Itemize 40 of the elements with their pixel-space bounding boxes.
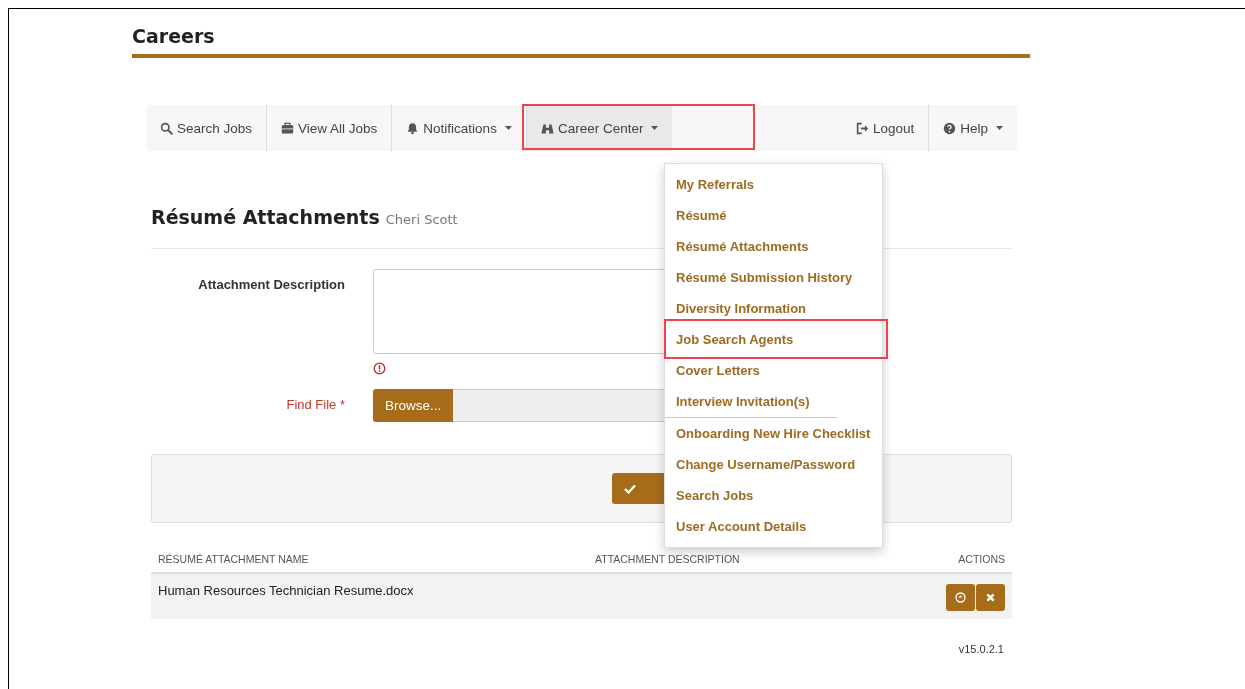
menu-item[interactable]: Interview Invitation(s) <box>665 386 821 417</box>
site-title: Careers <box>132 25 215 47</box>
binoculars-icon <box>540 121 554 135</box>
menu-item[interactable]: Résumé <box>665 200 738 231</box>
column-header: ATTACHMENT DESCRIPTION <box>595 553 740 565</box>
menu-item[interactable]: Diversity Information <box>665 293 818 324</box>
menu-item[interactable]: Résumé Attachments <box>665 231 820 262</box>
nav-tab[interactable]: Career Center <box>526 105 673 151</box>
logout-icon <box>855 121 869 135</box>
close-icon <box>986 593 995 602</box>
open-button[interactable] <box>946 584 975 611</box>
help-icon <box>943 121 957 135</box>
nav-tab[interactable]: Help <box>929 105 1017 151</box>
menu-item[interactable]: Change Username/Password <box>665 449 867 480</box>
column-header: RÉSUMÉ ATTACHMENT NAME <box>158 553 309 565</box>
nav-tab[interactable]: Search Jobs <box>146 105 267 151</box>
delete-button[interactable] <box>976 584 1005 611</box>
bell-icon <box>406 121 420 135</box>
briefcase-icon <box>281 121 295 135</box>
nav-tab[interactable]: Notifications <box>392 105 526 151</box>
version-label: v15.0.2.1 <box>958 643 1004 655</box>
menu-item[interactable]: Onboarding New Hire Checklist <box>665 418 882 449</box>
menu-item[interactable]: My Referrals <box>665 169 766 200</box>
field-label: Attachment Description <box>198 277 345 292</box>
nav-tab[interactable]: View All Jobs <box>267 105 392 151</box>
page-title: Résumé Attachments <box>151 206 380 228</box>
menu-item[interactable]: Search Jobs <box>665 480 765 511</box>
browse-button[interactable]: Browse... <box>373 389 454 422</box>
search-icon <box>160 121 173 135</box>
nav-tab[interactable]: Logout <box>841 105 929 151</box>
column-header: ACTIONS <box>958 553 1005 565</box>
arrow-circle-icon <box>955 592 966 603</box>
menu-item[interactable]: Job Search Agents <box>665 324 805 355</box>
check-icon <box>623 483 636 494</box>
menu-item[interactable]: User Account Details <box>665 511 818 542</box>
menu-item[interactable]: Résumé Submission History <box>665 262 864 293</box>
field-label: Find File * <box>286 397 345 412</box>
menu-item[interactable]: Cover Letters <box>665 355 771 386</box>
user-name: Cheri Scott <box>385 212 458 227</box>
table-cell: Human Resources Technician Resume.docx <box>158 583 414 598</box>
